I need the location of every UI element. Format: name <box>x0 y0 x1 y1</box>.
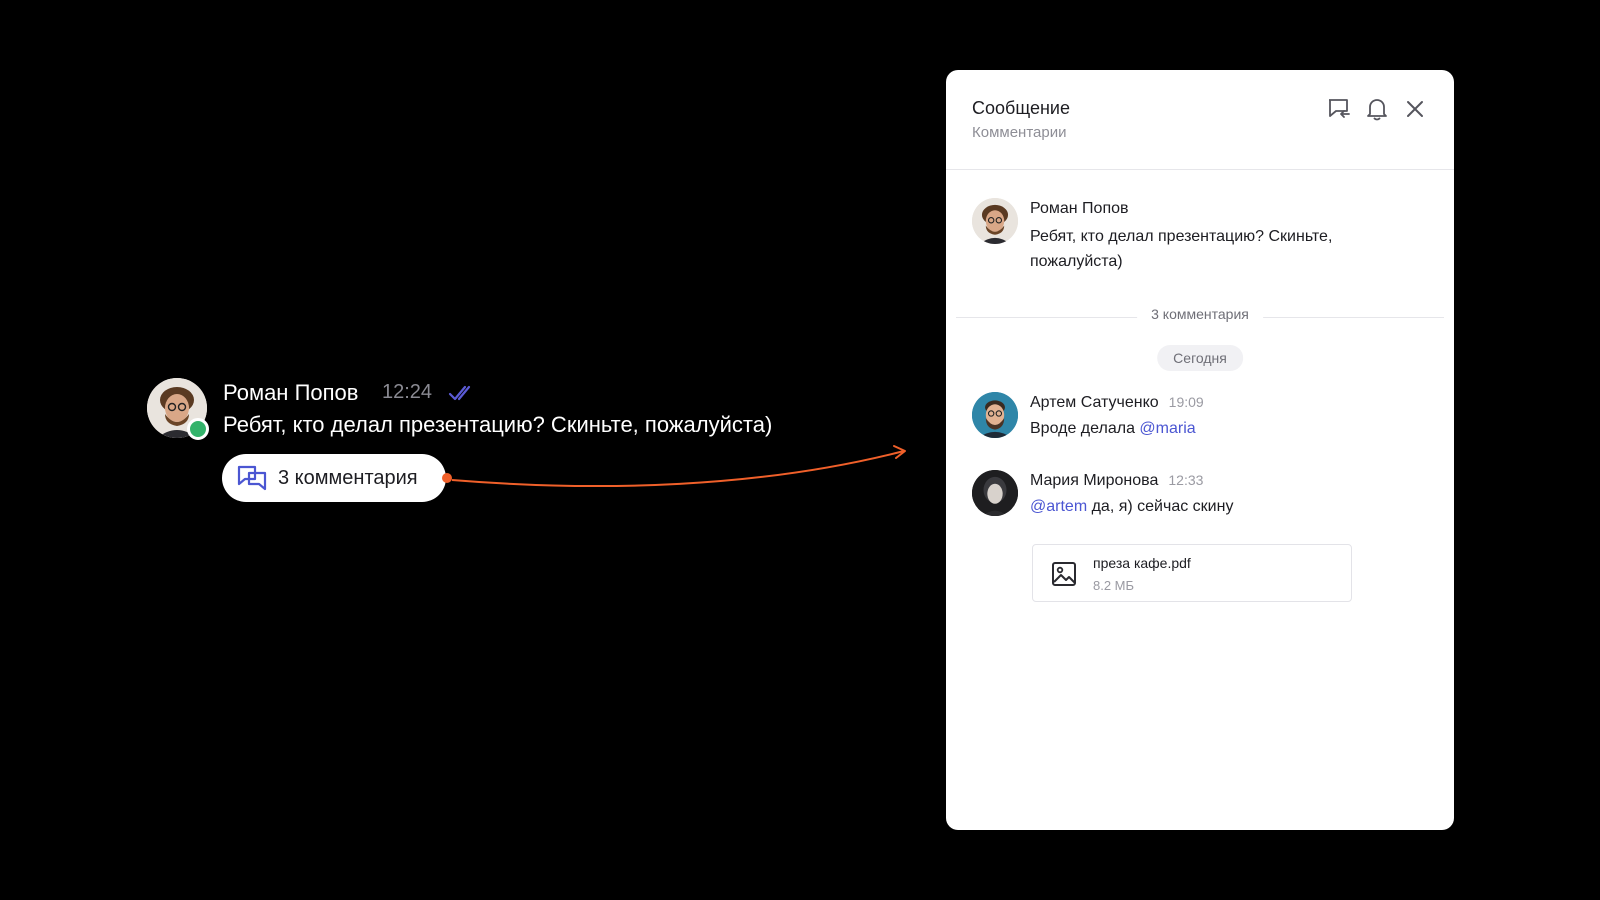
bell-icon[interactable] <box>1364 96 1390 122</box>
comments-icon <box>237 465 267 491</box>
comment-text: Вроде делала <box>1030 420 1140 437</box>
double-check-icon <box>448 385 471 401</box>
message-time: 12:24 <box>382 381 433 403</box>
file-size: 8.2 МБ <box>1093 578 1135 593</box>
avatar[interactable] <box>972 198 1018 244</box>
comments-count-label: 3 комментария <box>278 466 418 489</box>
mention-link[interactable]: @artem <box>1030 498 1087 515</box>
message-text: Ребят, кто делал презентацию? Скиньте, п… <box>223 412 773 437</box>
avatar[interactable] <box>972 392 1018 438</box>
root-text: Ребят, кто делал презентацию? Скиньте, п… <box>1030 228 1333 270</box>
mention-link[interactable]: @maria <box>1139 420 1195 437</box>
file-name: преза кафе.pdf <box>1093 555 1191 571</box>
online-status-dot <box>187 418 209 440</box>
comments-thread-button[interactable]: 3 комментария <box>222 454 452 502</box>
comment-text: да, я) сейчас скину <box>1087 498 1234 515</box>
comments-count: 3 комментария <box>1137 306 1263 322</box>
chat-message: Роман Попов 12:24 Ребят, кто делал презе… <box>147 376 847 506</box>
panel-subtitle: Комментарии <box>972 124 1067 141</box>
message-author[interactable]: Роман Попов <box>223 380 358 406</box>
comment-author[interactable]: Артем Сатученко <box>1030 394 1159 411</box>
comment-time: 12:33 <box>1168 472 1204 488</box>
comment-author[interactable]: Мария Миронова <box>1030 472 1158 489</box>
avatar[interactable] <box>972 470 1018 516</box>
close-icon[interactable] <box>1402 96 1428 122</box>
comment-item: Артем Сатученко 19:09 Вроде делала @maria <box>972 392 1432 452</box>
connector-dot <box>442 473 452 483</box>
file-attachment[interactable]: преза кафе.pdf 8.2 МБ <box>1032 544 1352 602</box>
comment-time: 19:09 <box>1168 394 1204 410</box>
image-file-icon <box>1052 562 1076 586</box>
comments-panel: Сообщение Комментарии Роман Попов Ребят,… <box>946 70 1454 830</box>
root-author[interactable]: Роман Попов <box>1030 200 1129 218</box>
panel-header: Сообщение Комментарии <box>946 70 1454 170</box>
reply-thread-icon[interactable] <box>1326 96 1352 122</box>
day-separator: Сегодня <box>1157 345 1243 371</box>
panel-title: Сообщение <box>972 98 1070 118</box>
comment-item: Мария Миронова 12:33 @artem да, я) сейчас… <box>972 470 1432 530</box>
